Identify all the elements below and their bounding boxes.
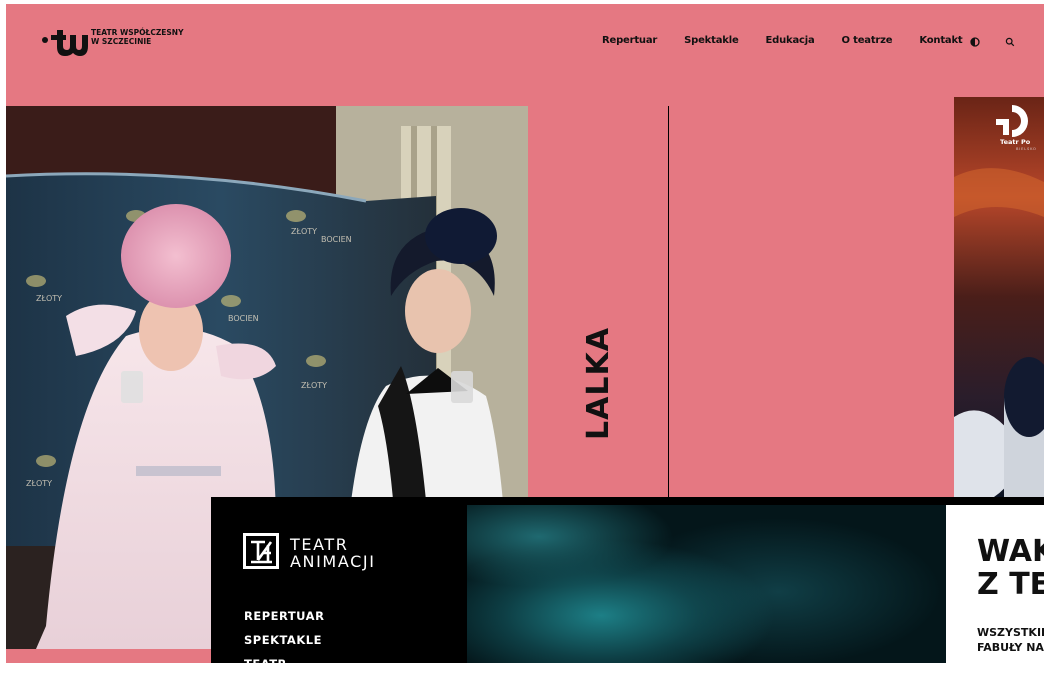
slide-divider — [668, 106, 669, 497]
next-slide-photo[interactable]: Teatr Po BIELSKO — [954, 97, 1044, 497]
teatr-animacji-logo-icon[interactable] — [243, 533, 279, 569]
ta-menu-teatr[interactable]: TEATR — [244, 657, 324, 681]
promo-title-line2: Z TE — [977, 567, 1044, 602]
side-logo-text: Teatr Po — [1000, 138, 1031, 146]
promo-title-line1: WAK — [977, 534, 1044, 569]
teatr-animacji-name-line2: ANIMACJI — [290, 552, 376, 571]
teatr-animacji-card: TEATR ANIMACJI REPERTUAR SPEKTAKLE TEATR — [211, 505, 467, 671]
fog-stage-photo[interactable] — [467, 505, 946, 663]
slide-title-lalka[interactable]: LALKA — [548, 300, 648, 450]
nav-repertuar[interactable]: Repertuar — [602, 35, 657, 46]
site-header: TEATR WSPÓŁCZESNY W SZCZECINIE Repertuar… — [6, 4, 1044, 106]
svg-text:ZŁOTY: ZŁOTY — [36, 294, 62, 303]
side-logo-subtext: BIELSKO — [1016, 147, 1037, 151]
promo-card[interactable]: WAK Z TE WSZYSTKIE FABUŁY NA — [946, 505, 1044, 663]
nav-spektakle[interactable]: Spektakle — [684, 35, 739, 46]
theatre-logo-icon[interactable] — [42, 28, 88, 56]
nav-kontakt[interactable]: Kontakt — [919, 35, 962, 46]
theatre-name[interactable]: TEATR WSPÓŁCZESNY W SZCZECINIE — [91, 28, 184, 46]
promo-title: WAK Z TE — [977, 535, 1044, 601]
theatre-name-line2: W SZCZECINIE — [91, 37, 152, 46]
theatre-name-line1: TEATR WSPÓŁCZESNY — [91, 28, 184, 37]
svg-text:ZŁOTY: ZŁOTY — [26, 479, 52, 488]
svg-text:BOCIEN: BOCIEN — [321, 235, 352, 244]
ta-menu-repertuar[interactable]: REPERTUAR — [244, 609, 324, 633]
ta-menu-spektakle[interactable]: SPEKTAKLE — [244, 633, 324, 657]
nav-edukacja[interactable]: Edukacja — [766, 35, 815, 46]
pink-strip — [6, 649, 211, 663]
nav-o-teatrze[interactable]: O teatrze — [842, 35, 893, 46]
search-icon[interactable] — [1005, 37, 1015, 47]
svg-text:ZŁOTY: ZŁOTY — [291, 227, 317, 236]
slide-title-text: LALKA — [581, 327, 616, 440]
main-nav: Repertuar Spektakle Edukacja O teatrze K… — [602, 35, 989, 46]
teatr-animacji-name-line1: TEATR — [290, 535, 349, 554]
teatr-animacji-menu: REPERTUAR SPEKTAKLE TEATR — [244, 609, 324, 681]
teatr-animacji-name[interactable]: TEATR ANIMACJI — [290, 536, 376, 570]
promo-subtitle-line2: FABUŁY NA — [977, 641, 1044, 654]
svg-text:ZŁOTY: ZŁOTY — [301, 381, 327, 390]
contrast-icon[interactable] — [970, 37, 980, 47]
svg-text:BOCIEN: BOCIEN — [228, 314, 259, 323]
promo-subtitle: WSZYSTKIE FABUŁY NA — [977, 625, 1044, 655]
promo-subtitle-line1: WSZYSTKIE — [977, 626, 1044, 639]
